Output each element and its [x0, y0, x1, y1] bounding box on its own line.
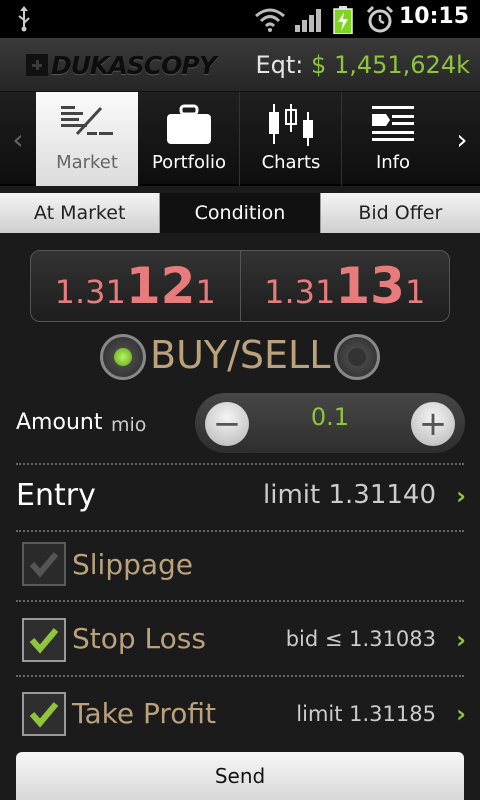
ask-price-prefix: 1.31 [264, 273, 336, 311]
candlestick-icon [269, 104, 313, 146]
check-icon [29, 628, 59, 654]
stop-loss-label: Stop Loss [72, 622, 206, 655]
equity-display: Eqt: $ 1,451,624k [256, 51, 471, 79]
main-nav: ‹ Market Portfolio Charts Info › [0, 92, 480, 186]
take-profit-value: limit 1.31185 [296, 702, 436, 726]
battery-charging-icon [333, 6, 353, 34]
increase-amount-button[interactable]: + [411, 402, 455, 446]
take-profit-checkbox[interactable] [22, 692, 66, 736]
nav-prev-icon[interactable]: ‹ [0, 92, 36, 186]
nav-next-icon[interactable]: › [444, 92, 480, 186]
divider [16, 530, 464, 532]
stop-loss-chevron-icon: › [456, 626, 466, 654]
logo-cross-icon [26, 54, 48, 76]
take-profit-label: Take Profit [72, 697, 217, 730]
info-list-icon [372, 106, 414, 141]
ask-price[interactable]: 1.31 13 1 [241, 251, 450, 321]
divider [16, 600, 464, 602]
slippage-checkbox[interactable] [22, 542, 66, 586]
briefcase-icon [167, 104, 211, 144]
ask-price-suffix: 1 [404, 273, 426, 311]
check-icon [29, 702, 59, 728]
tab-charts-label: Charts [261, 152, 321, 173]
amount-label: Amount [16, 410, 103, 435]
entry-chevron-icon: › [456, 482, 466, 510]
status-bar: 10:15 [0, 0, 480, 38]
tab-info[interactable]: Info [342, 92, 444, 186]
tab-market[interactable]: Market [36, 92, 138, 186]
alarm-icon [366, 5, 394, 33]
bid-price[interactable]: 1.31 12 1 [31, 251, 241, 321]
amount-stepper: − 0.1 + [195, 393, 465, 453]
buy-radio[interactable] [100, 334, 146, 380]
equity-value: $ 1,451,624k [311, 51, 470, 79]
amount-value[interactable]: 0.1 [255, 403, 405, 431]
price-quote: 1.31 12 1 1.31 13 1 [30, 250, 450, 322]
buy-sell-label: BUY/SELL [150, 333, 331, 377]
usb-icon [18, 6, 30, 32]
signal-icon [295, 9, 321, 32]
decrease-amount-button[interactable]: − [205, 402, 249, 446]
equity-label: Eqt: [255, 51, 304, 79]
app-header: DUKASCOPY Eqt: $ 1,451,624k [0, 38, 480, 92]
buy-sell-toggle: BUY/SELL [100, 331, 380, 383]
tab-bid-offer[interactable]: Bid Offer [320, 193, 480, 233]
tab-portfolio[interactable]: Portfolio [138, 92, 240, 186]
tab-market-label: Market [56, 152, 118, 173]
take-profit-chevron-icon: › [456, 700, 466, 728]
amount-unit: mio [111, 414, 147, 436]
sell-radio[interactable] [334, 334, 380, 380]
tab-info-label: Info [375, 152, 411, 173]
tab-at-market[interactable]: At Market [0, 193, 161, 233]
slippage-label: Slippage [72, 548, 194, 581]
dukascopy-logo: DUKASCOPY [26, 50, 217, 80]
send-button[interactable]: Send [16, 752, 464, 800]
stop-loss-checkbox[interactable] [22, 618, 66, 662]
divider [16, 675, 464, 677]
logo-text: DUKASCOPY [51, 50, 217, 80]
bid-price-pips: 12 [125, 257, 196, 315]
check-icon [29, 552, 59, 578]
bid-price-suffix: 1 [195, 273, 216, 311]
divider [16, 463, 464, 465]
wifi-icon [255, 8, 285, 32]
tab-charts[interactable]: Charts [240, 92, 342, 186]
order-type-tabs: At Market Condition Bid Offer [0, 193, 480, 233]
entry-label: Entry [16, 478, 96, 513]
bid-price-prefix: 1.31 [54, 273, 126, 311]
ask-price-pips: 13 [335, 257, 405, 315]
tab-portfolio-label: Portfolio [151, 152, 227, 173]
stop-loss-value: bid ≤ 1.31083 [285, 627, 436, 651]
market-icon [61, 106, 113, 136]
clock: 10:15 [398, 4, 469, 29]
tab-condition[interactable]: Condition [160, 193, 321, 233]
entry-value: limit 1.31140 [263, 480, 436, 510]
